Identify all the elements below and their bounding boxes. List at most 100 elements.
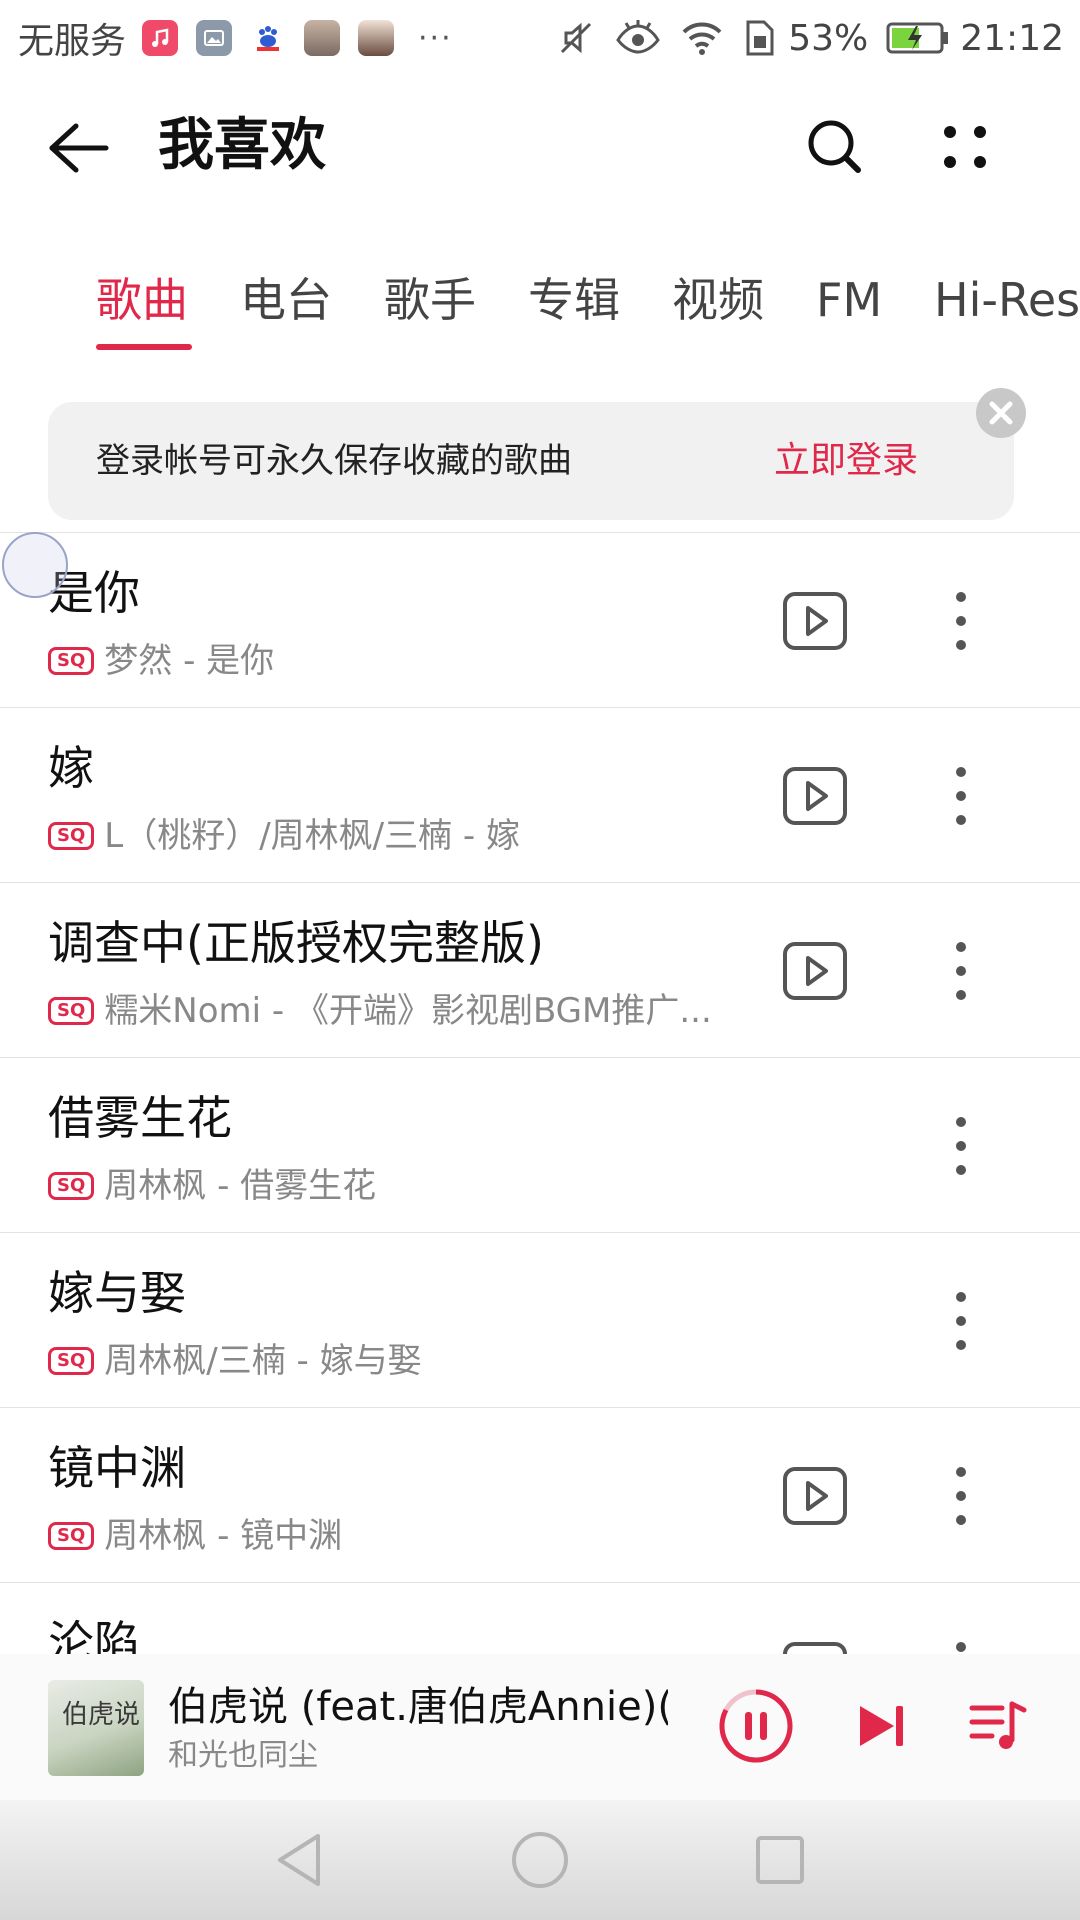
app-header: 我喜欢 [0,90,1080,202]
more-notifications: ··· [418,20,453,56]
pause-button[interactable] [718,1688,794,1764]
song-title: 嫁与娶 [48,1266,186,1320]
login-banner: 登录帐号可永久保存收藏的歌曲 立即登录 [48,402,1014,520]
music-app-icon [142,20,179,56]
system-nav-bar [0,1800,1080,1920]
song-row[interactable]: 调查中(正版授权完整版) SQ 糯米Nomi - 《开端》影视剧BGM推广... [0,882,1080,1058]
song-row[interactable]: 嫁 SQ L（桃籽）/周林枫/三楠 - 嫁 [0,707,1080,883]
more-dots-icon [944,126,986,168]
playlist-queue-button[interactable] [966,1694,1030,1758]
vertical-dots-icon [956,767,966,825]
battery-charging-icon [886,22,949,54]
tab-songs[interactable]: 歌曲 [96,262,188,338]
active-tab-indicator [96,344,192,350]
song-row[interactable]: 借雾生花 SQ 周林枫 - 借雾生花 [0,1057,1080,1233]
sq-badge: SQ [48,997,95,1025]
song-title: 镜中渊 [48,1441,186,1495]
mv-play-button[interactable] [782,1641,848,1654]
more-options-button[interactable] [930,112,1000,182]
video-play-icon [783,592,847,650]
video-play-icon [783,1642,847,1654]
next-track-button[interactable] [850,1694,914,1758]
nav-recents-button[interactable] [748,1828,812,1892]
sq-badge: SQ [48,647,95,675]
eye-comfort-icon [616,20,661,54]
song-title: 借雾生花 [48,1091,232,1145]
song-more-button[interactable] [936,1114,986,1178]
song-list: 是你 SQ 梦然 - 是你 嫁 SQ L（桃籽）/周林枫/三楠 - 嫁 调查中(正版… [0,532,1080,1654]
wifi-icon [682,22,722,55]
vertical-dots-icon [956,1292,966,1350]
square-recents-icon [756,1836,804,1884]
clock: 21:12 [960,17,1064,59]
song-row[interactable]: 嫁与娶 SQ 周林枫/三楠 - 嫁与娶 [0,1232,1080,1408]
song-row[interactable]: 镜中渊 SQ 周林枫 - 镜中渊 [0,1407,1080,1583]
battery-percent: 53% [788,17,869,59]
search-icon [808,120,861,173]
song-more-button[interactable] [936,589,986,653]
song-row[interactable]: 是你 SQ 梦然 - 是你 [0,532,1080,708]
sq-badge: SQ [48,1172,95,1200]
song-artist: 梦然 - 是你 [104,641,275,681]
gallery-icon [196,20,233,56]
arrow-left-icon [49,123,109,173]
song-title: 嫁 [48,741,94,795]
video-play-icon [783,1467,847,1525]
status-bar: 无服务 ··· 53% 21:12 [0,0,1080,76]
back-button[interactable] [40,112,112,184]
song-more-button[interactable] [936,939,986,1003]
song-row[interactable]: 沦陷 [0,1582,1080,1654]
tab-videos[interactable]: 视频 [672,262,764,338]
category-tabs: 歌曲 电台 歌手 专辑 视频 FM Hi-Res [96,262,1080,352]
nav-home-button[interactable] [508,1828,572,1892]
tab-fm[interactable]: FM [816,262,882,338]
mv-play-button[interactable] [782,766,848,826]
banner-close-button[interactable] [976,388,1026,438]
tab-artists[interactable]: 歌手 [384,262,476,338]
sq-badge: SQ [48,1522,95,1550]
song-more-button[interactable] [936,1289,986,1353]
mv-play-button[interactable] [782,941,848,1001]
now-playing-artist: 和光也同尘 [168,1738,318,1773]
baidu-icon [250,20,287,56]
tab-albums[interactable]: 专辑 [528,262,620,338]
album-cover[interactable]: 伯虎说 [48,1680,144,1776]
sq-badge: SQ [48,822,95,850]
vertical-dots-icon [956,1117,966,1175]
song-artist: L（桃籽）/周林枫/三楠 - 嫁 [104,816,521,856]
song-title: 调查中(正版授权完整版) [48,916,544,970]
vertical-dots-icon [956,1642,966,1652]
song-artist: 周林枫 - 镜中渊 [104,1516,343,1556]
sim-icon [746,20,774,56]
mute-icon [561,22,592,54]
song-title: 沦陷 [48,1616,140,1654]
mini-player[interactable]: 伯虎说 伯虎说 (feat.唐伯虎Annie)(... 和光也同尘 [0,1654,1080,1800]
nav-back-button[interactable] [268,1828,332,1892]
song-more-button[interactable] [936,1639,986,1654]
song-artist: 周林枫/三楠 - 嫁与娶 [104,1341,422,1381]
mv-play-button[interactable] [782,1466,848,1526]
song-more-button[interactable] [936,1464,986,1528]
banner-message: 登录帐号可永久保存收藏的歌曲 [96,441,572,481]
song-more-button[interactable] [936,764,986,828]
pause-icon [719,1689,793,1763]
tab-radio[interactable]: 电台 [240,262,332,338]
now-playing-title: 伯虎说 (feat.唐伯虎Annie)(... [168,1684,668,1730]
vertical-dots-icon [956,942,966,1000]
close-icon [989,401,1013,425]
sq-badge: SQ [48,1347,95,1375]
song-artist: 周林枫 - 借雾生花 [104,1166,377,1206]
touch-indicator [2,532,68,598]
carrier-label: 无服务 [18,21,127,62]
playlist-icon [969,1701,1027,1749]
video-play-icon [783,942,847,1000]
login-now-link[interactable]: 立即登录 [774,436,918,486]
skip-next-icon [860,1706,903,1746]
search-button[interactable] [800,112,870,182]
avatar-icon [358,20,395,56]
tab-hires[interactable]: Hi-Res [934,262,1080,338]
vertical-dots-icon [956,1467,966,1525]
mv-play-button[interactable] [782,591,848,651]
cover-title: 伯虎说 [62,1700,141,1730]
circle-home-icon [512,1832,568,1888]
